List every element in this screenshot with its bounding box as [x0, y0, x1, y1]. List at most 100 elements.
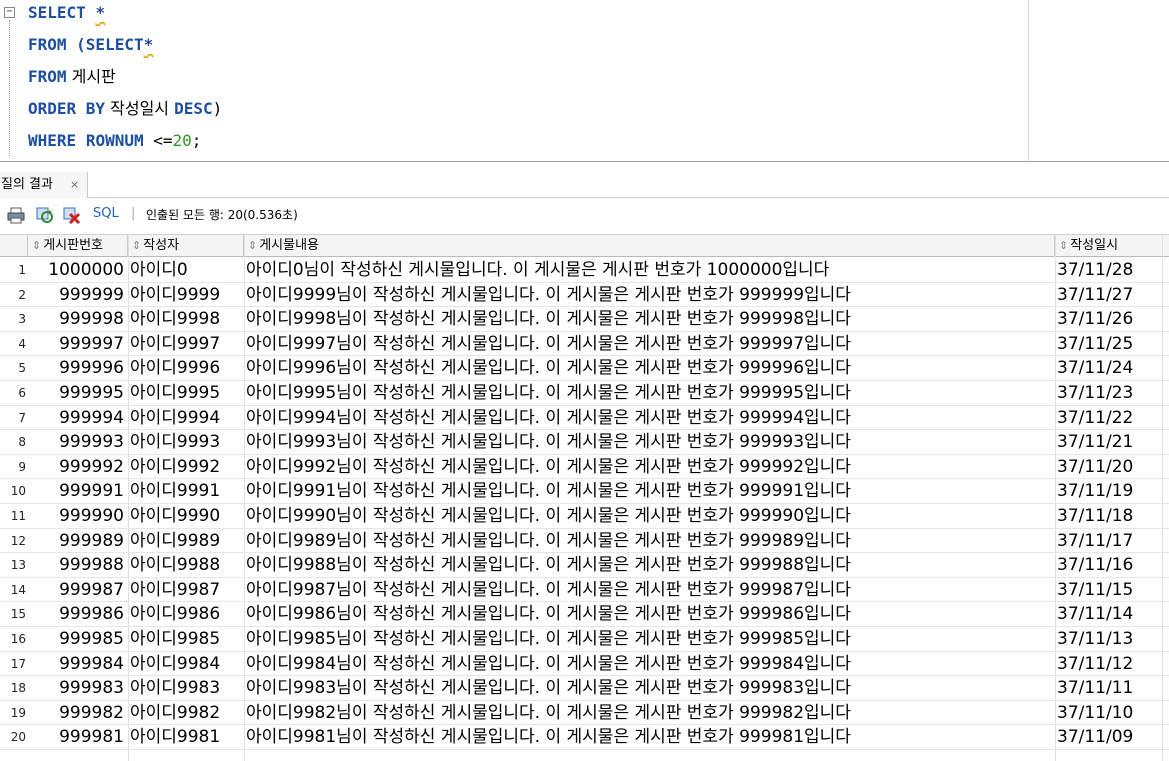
cell-board-number[interactable]: 999982 [30, 701, 126, 725]
cell-author[interactable]: 아이디9990 [129, 504, 242, 528]
cell-board-number[interactable]: 999998 [30, 307, 126, 331]
cell-author[interactable]: 아이디9983 [129, 676, 242, 700]
cell-created-at[interactable]: 37/11/25 [1056, 332, 1162, 356]
cell-content[interactable]: 아이디9995님이 작성하신 게시물입니다. 이 게시물은 게시판 번호가 99… [245, 381, 1053, 405]
cell-author[interactable]: 아이디9992 [129, 455, 242, 479]
cell-board-number[interactable]: 999984 [30, 652, 126, 676]
cell-board-number[interactable]: 999991 [30, 479, 126, 503]
cell-content[interactable]: 아이디9990님이 작성하신 게시물입니다. 이 게시물은 게시판 번호가 99… [245, 504, 1053, 528]
cell-board-number[interactable]: 999995 [30, 381, 126, 405]
cell-created-at[interactable]: 37/11/14 [1056, 602, 1162, 626]
cell-author[interactable]: 아이디9993 [129, 430, 242, 454]
cell-board-number[interactable]: 999987 [30, 578, 126, 602]
cell-author[interactable]: 아이디9987 [129, 578, 242, 602]
table-row[interactable]: 9 999992 아이디9992 아이디9992님이 작성하신 게시물입니다. 이 게… [0, 455, 1169, 480]
cell-content[interactable]: 아이디9983님이 작성하신 게시물입니다. 이 게시물은 게시판 번호가 99… [245, 676, 1053, 700]
fold-collapse-icon[interactable]: − [4, 7, 15, 18]
cell-board-number[interactable]: 999989 [30, 529, 126, 553]
cell-board-number[interactable]: 999994 [30, 406, 126, 430]
sort-arrows-icon[interactable]: ⇕ [248, 239, 257, 252]
cell-created-at[interactable]: 37/11/12 [1056, 652, 1162, 676]
code-line[interactable]: ORDER BY 작성일시 DESC) [28, 98, 222, 120]
close-icon[interactable]: × [70, 172, 79, 198]
table-row[interactable]: 20 999981 아이디9981 아이디9981님이 작성하신 게시물입니다. 이 … [0, 725, 1169, 750]
cell-created-at[interactable]: 37/11/22 [1056, 406, 1162, 430]
cell-created-at[interactable]: 37/11/21 [1056, 430, 1162, 454]
header-col-author[interactable]: ⇕ 작성자 [128, 235, 244, 257]
tab-query-results[interactable]: 질의 결과 × [0, 172, 88, 198]
cell-created-at[interactable]: 37/11/10 [1056, 701, 1162, 725]
cell-board-number[interactable]: 999985 [30, 627, 126, 651]
cell-content[interactable]: 아이디9989님이 작성하신 게시물입니다. 이 게시물은 게시판 번호가 99… [245, 529, 1053, 553]
cell-author[interactable]: 아이디9989 [129, 529, 242, 553]
cell-created-at[interactable]: 37/11/28 [1056, 258, 1162, 282]
results-grid[interactable]: ⇕ 게시판번호 ⇕ 작성자 ⇕ 게시물내용 ⇕ 작성일시 1 1000000 아이디0 아이디… [0, 234, 1169, 761]
cell-board-number[interactable]: 999997 [30, 332, 126, 356]
sql-editor[interactable]: − SELECT * FROM (SELECT* FROM 게시판 ORDER BY … [0, 0, 1169, 162]
cell-board-number[interactable]: 999996 [30, 356, 126, 380]
table-row[interactable]: 3 999998 아이디9998 아이디9998님이 작성하신 게시물입니다. 이 게… [0, 307, 1169, 332]
cell-created-at[interactable]: 37/11/13 [1056, 627, 1162, 651]
code-line[interactable]: SELECT * [28, 2, 105, 24]
cell-author[interactable]: 아이디9991 [129, 479, 242, 503]
cell-created-at[interactable]: 37/11/20 [1056, 455, 1162, 479]
cell-content[interactable]: 아이디9992님이 작성하신 게시물입니다. 이 게시물은 게시판 번호가 99… [245, 455, 1053, 479]
cell-created-at[interactable]: 37/11/16 [1056, 553, 1162, 577]
cell-content[interactable]: 아이디9996님이 작성하신 게시물입니다. 이 게시물은 게시판 번호가 99… [245, 356, 1053, 380]
table-row[interactable]: 4 999997 아이디9997 아이디9997님이 작성하신 게시물입니다. 이 게… [0, 332, 1169, 357]
cell-author[interactable]: 아이디9984 [129, 652, 242, 676]
cell-created-at[interactable]: 37/11/24 [1056, 356, 1162, 380]
cell-content[interactable]: 아이디9998님이 작성하신 게시물입니다. 이 게시물은 게시판 번호가 99… [245, 307, 1053, 331]
cell-content[interactable]: 아이디0님이 작성하신 게시물입니다. 이 게시물은 게시판 번호가 10000… [245, 258, 1053, 282]
refresh-icon[interactable] [36, 207, 54, 224]
cell-author[interactable]: 아이디9997 [129, 332, 242, 356]
cell-board-number[interactable]: 999990 [30, 504, 126, 528]
cell-author[interactable]: 아이디9982 [129, 701, 242, 725]
cell-author[interactable]: 아이디9986 [129, 602, 242, 626]
cell-created-at[interactable]: 37/11/26 [1056, 307, 1162, 331]
delete-icon[interactable] [63, 207, 81, 224]
code-line[interactable]: WHERE ROWNUM <=20; [28, 130, 201, 152]
table-row[interactable]: 10 999991 아이디9991 아이디9991님이 작성하신 게시물입니다. 이 … [0, 479, 1169, 504]
table-row[interactable]: 13 999988 아이디9988 아이디9988님이 작성하신 게시물입니다. 이 … [0, 553, 1169, 578]
header-col-content[interactable]: ⇕ 게시물내용 [244, 235, 1055, 257]
cell-content[interactable]: 아이디9997님이 작성하신 게시물입니다. 이 게시물은 게시판 번호가 99… [245, 332, 1053, 356]
cell-created-at[interactable]: 37/11/27 [1056, 283, 1162, 307]
table-row[interactable]: 15 999986 아이디9986 아이디9986님이 작성하신 게시물입니다. 이 … [0, 602, 1169, 627]
table-row[interactable]: 2 999999 아이디9999 아이디9999님이 작성하신 게시물입니다. 이 게… [0, 283, 1169, 308]
cell-board-number[interactable]: 999992 [30, 455, 126, 479]
table-row[interactable]: 14 999987 아이디9987 아이디9987님이 작성하신 게시물입니다. 이 … [0, 578, 1169, 603]
cell-author[interactable]: 아이디9981 [129, 725, 242, 749]
table-row[interactable]: 8 999993 아이디9993 아이디9993님이 작성하신 게시물입니다. 이 게… [0, 430, 1169, 455]
cell-content[interactable]: 아이디9984님이 작성하신 게시물입니다. 이 게시물은 게시판 번호가 99… [245, 652, 1053, 676]
cell-content[interactable]: 아이디9999님이 작성하신 게시물입니다. 이 게시물은 게시판 번호가 99… [245, 283, 1053, 307]
table-row[interactable]: 18 999983 아이디9983 아이디9983님이 작성하신 게시물입니다. 이 … [0, 676, 1169, 701]
sort-arrows-icon[interactable]: ⇕ [132, 239, 141, 252]
cell-content[interactable]: 아이디9986님이 작성하신 게시물입니다. 이 게시물은 게시판 번호가 99… [245, 602, 1053, 626]
table-row[interactable]: 5 999996 아이디9996 아이디9996님이 작성하신 게시물입니다. 이 게… [0, 356, 1169, 381]
cell-board-number[interactable]: 999983 [30, 676, 126, 700]
sort-arrows-icon[interactable]: ⇕ [1059, 239, 1068, 252]
cell-author[interactable]: 아이디9999 [129, 283, 242, 307]
cell-created-at[interactable]: 37/11/09 [1056, 725, 1162, 749]
cell-board-number[interactable]: 999981 [30, 725, 126, 749]
table-row[interactable]: 17 999984 아이디9984 아이디9984님이 작성하신 게시물입니다. 이 … [0, 652, 1169, 677]
cell-content[interactable]: 아이디9993님이 작성하신 게시물입니다. 이 게시물은 게시판 번호가 99… [245, 430, 1053, 454]
table-row[interactable]: 6 999995 아이디9995 아이디9995님이 작성하신 게시물입니다. 이 게… [0, 381, 1169, 406]
cell-author[interactable]: 아이디9996 [129, 356, 242, 380]
table-row[interactable]: 11 999990 아이디9990 아이디9990님이 작성하신 게시물입니다. 이 … [0, 504, 1169, 529]
cell-created-at[interactable]: 37/11/17 [1056, 529, 1162, 553]
print-icon[interactable] [7, 207, 25, 224]
sort-arrows-icon[interactable]: ⇕ [32, 239, 41, 252]
cell-board-number[interactable]: 999988 [30, 553, 126, 577]
code-line[interactable]: FROM (SELECT* [28, 34, 153, 56]
cell-created-at[interactable]: 37/11/18 [1056, 504, 1162, 528]
header-col-created-at[interactable]: ⇕ 작성일시 [1055, 235, 1163, 257]
cell-content[interactable]: 아이디9994님이 작성하신 게시물입니다. 이 게시물은 게시판 번호가 99… [245, 406, 1053, 430]
cell-content[interactable]: 아이디9985님이 작성하신 게시물입니다. 이 게시물은 게시판 번호가 99… [245, 627, 1053, 651]
cell-created-at[interactable]: 37/11/19 [1056, 479, 1162, 503]
table-row[interactable]: 19 999982 아이디9982 아이디9982님이 작성하신 게시물입니다. 이 … [0, 701, 1169, 726]
cell-author[interactable]: 아이디9988 [129, 553, 242, 577]
cell-board-number[interactable]: 1000000 [30, 258, 126, 282]
cell-board-number[interactable]: 999993 [30, 430, 126, 454]
